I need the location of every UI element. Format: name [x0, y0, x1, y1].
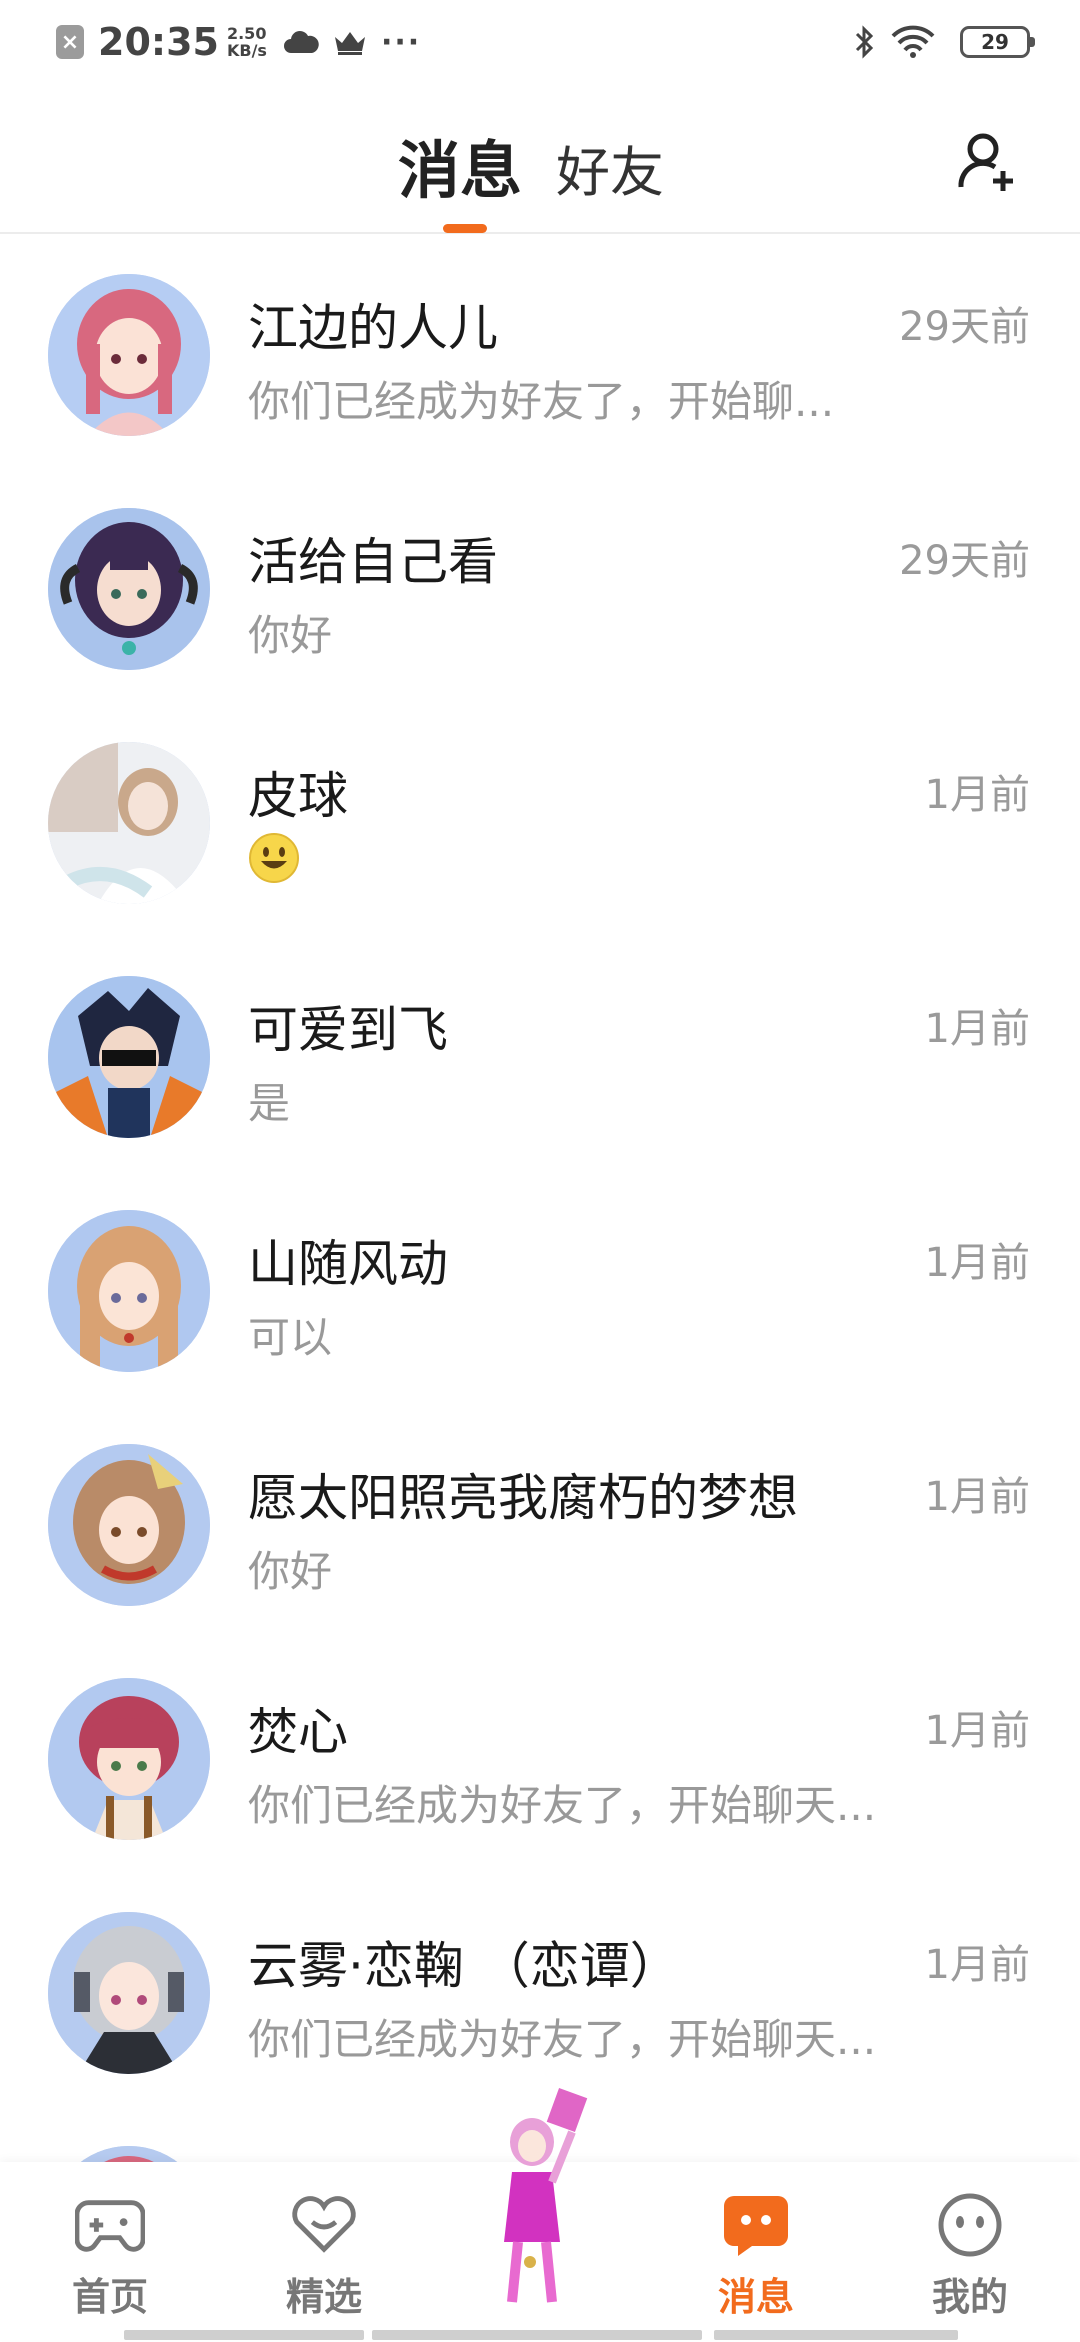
contact-name: 焚心 — [248, 1703, 348, 1761]
network-speed-value: 2.50 — [226, 24, 267, 43]
status-right: 29 — [854, 24, 1035, 60]
nav-home-label: 首页 — [71, 2275, 148, 2319]
network-speed: 2.50 KB/s — [227, 25, 267, 59]
nav-mine[interactable]: 我的 — [890, 2162, 1050, 2340]
status-left: × 20:35 2.50 KB/s ··· — [56, 20, 421, 64]
message-time: 1月前 — [924, 772, 1030, 818]
nav-character[interactable] — [460, 2072, 620, 2322]
message-preview: 你们已经成为好友了，开始聊... — [248, 377, 835, 426]
contact-name: 愿太阳照亮我腐朽的梦想 — [248, 1469, 798, 1527]
character-figure-icon — [504, 2087, 588, 2303]
nav-messages[interactable]: 消息 — [676, 2162, 836, 2340]
contact-name: 江边的人儿 — [248, 299, 498, 357]
conversation-row[interactable]: 可爱到飞 是 1月前 — [0, 938, 1080, 1172]
avatar[interactable] — [48, 1444, 210, 1606]
conversation-row[interactable]: 山随风动 可以 1月前 — [0, 1172, 1080, 1406]
nav-home[interactable]: 首页 — [30, 2162, 190, 2340]
message-preview: 可以 — [248, 1313, 333, 1362]
avatar[interactable] — [48, 1912, 210, 2074]
battery-level: 29 — [981, 30, 1009, 54]
wifi-icon — [890, 25, 936, 59]
add-user-icon — [958, 133, 1013, 191]
nav-featured-label: 精选 — [285, 2275, 362, 2319]
conversation-row[interactable]: 焚心 你们已经成为好友了，开始聊天... 1月前 — [0, 1640, 1080, 1874]
smile-emoji-icon — [249, 833, 299, 883]
tab-friends[interactable]: 好友 — [556, 128, 664, 207]
avatar[interactable] — [48, 742, 210, 904]
notification-icon: × — [56, 25, 84, 59]
bottom-nav: 首页 精选 消息 我的 — [0, 2087, 1080, 2340]
message-preview: 你们已经成为好友了，开始聊天... — [248, 1781, 877, 1830]
clock: 20:35 — [98, 20, 219, 64]
more-indicator: ··· — [380, 24, 422, 60]
avatar[interactable] — [48, 1678, 210, 1840]
message-time: 29天前 — [899, 538, 1030, 584]
tab-messages[interactable]: 消息 — [398, 120, 522, 210]
contact-name: 可爱到飞 — [248, 1001, 448, 1059]
conversation-row[interactable]: 江边的人儿 你们已经成为好友了，开始聊... 29天前 — [0, 236, 1080, 470]
avatar[interactable] — [48, 274, 210, 436]
message-preview: 你好 — [248, 1547, 333, 1596]
message-time: 29天前 — [899, 304, 1030, 350]
message-time: 1月前 — [924, 1240, 1030, 1286]
cloud-icon — [283, 29, 319, 55]
gesture-bar — [714, 2330, 958, 2340]
battery-indicator: 29 — [960, 26, 1035, 58]
gamepad-icon — [75, 2192, 145, 2258]
avatar[interactable] — [48, 976, 210, 1138]
avatar[interactable] — [48, 1210, 210, 1372]
chat-bubble-icon — [721, 2192, 791, 2258]
message-time: 1月前 — [924, 1708, 1030, 1754]
nav-messages-label: 消息 — [717, 2275, 794, 2319]
heart-icon — [289, 2192, 359, 2258]
nav-mine-label: 我的 — [931, 2275, 1008, 2319]
status-bar: × 20:35 2.50 KB/s ··· 29 — [0, 0, 1080, 84]
gesture-bar — [372, 2330, 702, 2340]
crown-icon — [333, 29, 367, 55]
gesture-bar — [124, 2330, 364, 2340]
message-time: 1月前 — [924, 1006, 1030, 1052]
conversation-row[interactable]: 活给自己看 你好 29天前 — [0, 470, 1080, 704]
profile-face-icon — [935, 2192, 1005, 2258]
message-preview: 你们已经成为好友了，开始聊天... — [248, 2015, 877, 2064]
message-time: 1月前 — [924, 1474, 1030, 1520]
nav-featured[interactable]: 精选 — [244, 2162, 404, 2340]
avatar[interactable] — [48, 508, 210, 670]
network-speed-unit: KB/s — [226, 41, 267, 60]
add-friend-button[interactable] — [950, 124, 1024, 198]
message-list: 江边的人儿 你们已经成为好友了，开始聊... 29天前 活给自己看 你好 29天… — [0, 236, 1080, 2342]
conversation-row[interactable]: 愿太阳照亮我腐朽的梦想 你好 1月前 — [0, 1406, 1080, 1640]
message-preview: 你好 — [248, 611, 333, 660]
active-tab-indicator — [443, 224, 487, 233]
bluetooth-icon — [854, 24, 876, 60]
message-preview: 是 — [248, 1079, 291, 1128]
contact-name: 云雾·恋鞠 （恋谭） — [248, 1937, 680, 1995]
conversation-row[interactable]: 皮球 1月前 — [0, 704, 1080, 938]
contact-name: 活给自己看 — [248, 533, 498, 591]
header: 消息 好友 — [0, 84, 1080, 234]
message-time: 1月前 — [924, 1942, 1030, 1988]
contact-name: 皮球 — [248, 767, 348, 825]
contact-name: 山随风动 — [248, 1235, 448, 1293]
